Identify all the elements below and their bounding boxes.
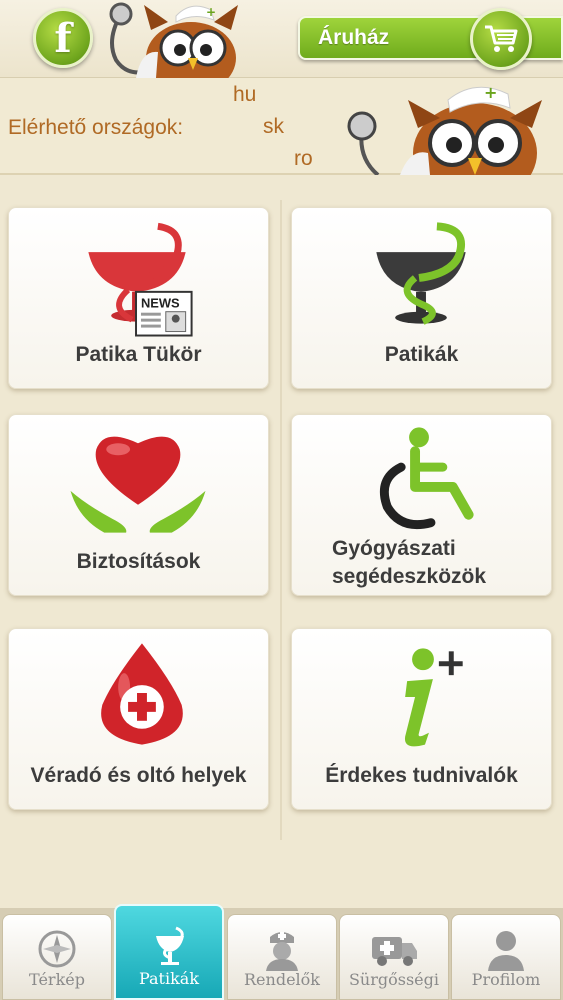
app-header: f + Áruház	[0, 0, 563, 78]
nurse-icon	[266, 932, 298, 971]
grid-divider	[280, 200, 282, 840]
owl-mascot-icon: +	[109, 2, 238, 78]
tile-gyogyaszati-segedeszkozok[interactable]: Gyógyászati segédeszközök	[291, 414, 552, 596]
facebook-button[interactable]: f	[33, 8, 93, 68]
svg-text:+: +	[206, 5, 216, 19]
news-pharmacy-icon: NEWS	[88, 222, 193, 337]
blood-drop-icon	[101, 643, 183, 745]
tile-patikak[interactable]: Patikák	[291, 207, 552, 389]
tile-verado-es-olto-helyek[interactable]: Véradó és oltó helyek	[8, 628, 269, 810]
owl-mascot-large-icon: +	[347, 83, 542, 175]
pharmacy-icon	[156, 926, 184, 965]
country-code-sk[interactable]: sk	[263, 115, 284, 139]
tab-profilom[interactable]: Profilom	[451, 914, 561, 1000]
tile-label: Patika Tükör	[75, 343, 202, 366]
tab-patikak[interactable]: Patikák	[114, 904, 224, 1000]
tile-patika-tukor[interactable]: NEWS Patika Tükör	[8, 207, 269, 389]
tile-label-line-2: segédeszközök	[332, 565, 487, 588]
tab-surgossegi[interactable]: Sürgősségi	[339, 914, 449, 1000]
compass-icon	[38, 930, 76, 968]
svg-text:NEWS: NEWS	[141, 296, 180, 311]
tile-label: Véradó és oltó helyek	[30, 764, 247, 787]
facebook-icon: f	[54, 14, 72, 62]
tab-rendelok[interactable]: Rendelők	[227, 914, 337, 1000]
country-code-hu[interactable]: hu	[233, 83, 256, 107]
tab-terkep[interactable]: Térkép	[2, 914, 112, 1000]
svg-text:+: +	[484, 83, 497, 102]
available-countries-label: Elérhető országok:	[8, 116, 184, 139]
tab-label: Térkép	[29, 970, 85, 989]
store-label: Áruház	[318, 26, 390, 49]
tile-label: Patikák	[384, 343, 459, 366]
wheelchair-icon	[379, 427, 474, 530]
ambulance-icon	[372, 937, 417, 966]
tile-label: Érdekes tudnivalók	[325, 764, 518, 787]
tile-biztositasok[interactable]: Biztosítások	[8, 414, 269, 596]
tile-erdekes-tudnivalok[interactable]: Érdekes tudnivalók	[291, 628, 552, 810]
tab-label: Profilom	[471, 970, 541, 989]
bottom-tab-bar: Térkép Patikák Rendelők Sürgősségi Profi…	[0, 904, 563, 1000]
tile-label-line-1: Gyógyászati	[332, 537, 456, 560]
tab-label: Sürgősségi	[348, 970, 440, 989]
tile-label: Biztosítások	[76, 550, 201, 573]
shopping-cart-icon	[485, 25, 518, 52]
info-plus-icon	[404, 648, 463, 747]
tab-label: Rendelők	[244, 970, 320, 989]
cart-button[interactable]	[470, 8, 532, 70]
country-code-ro[interactable]: ro	[294, 147, 313, 171]
tab-label: Patikák	[138, 969, 200, 988]
heart-hands-icon	[70, 436, 206, 533]
pharmacy-icon	[376, 222, 466, 325]
person-icon	[488, 931, 524, 971]
